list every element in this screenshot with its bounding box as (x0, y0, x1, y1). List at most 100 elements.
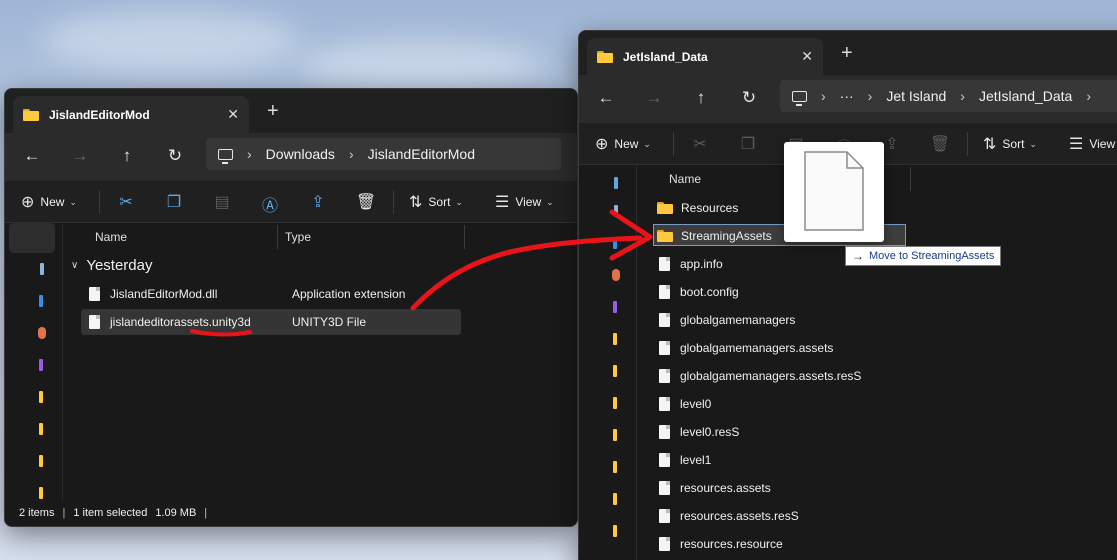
file-name: level1 (680, 453, 712, 467)
file-type: Application extension (292, 287, 406, 301)
file-row-selected[interactable]: jislandeditorassets.unity3d UNITY3D File (81, 309, 461, 335)
arrow-right-icon: → (852, 249, 864, 263)
nav-folder-icon[interactable] (613, 397, 617, 409)
forward-arrow-icon[interactable]: → (69, 145, 91, 167)
nav-pin-icon[interactable] (38, 327, 46, 339)
chevron-right-icon[interactable]: › (1086, 88, 1091, 104)
share-icon[interactable]: ⇪ (881, 134, 903, 154)
back-arrow-icon[interactable]: ← (595, 87, 617, 109)
breadcrumb-downloads[interactable]: Downloads (266, 146, 335, 162)
file-row[interactable]: globalgamemanagers.assets (659, 335, 833, 361)
share-icon[interactable]: ⇪ (307, 192, 329, 212)
nav-folder-icon[interactable] (39, 391, 43, 403)
file-name: app.info (680, 257, 723, 271)
nav-pin-icon[interactable] (613, 237, 617, 249)
file-row[interactable]: boot.config (659, 279, 739, 305)
breadcrumb-jetisland-data[interactable]: JetIsland_Data (979, 88, 1072, 104)
file-name: boot.config (680, 285, 739, 299)
folder-icon (23, 108, 39, 121)
new-tab-button[interactable]: + (267, 101, 279, 121)
nav-folder-icon[interactable] (613, 333, 617, 345)
new-button[interactable]: ⊕ New ⌄ (595, 123, 651, 165)
nav-folder-icon[interactable] (39, 423, 43, 435)
file-row[interactable]: level0.resS (659, 419, 739, 445)
file-row[interactable]: resources.assets (659, 475, 771, 501)
nav-folder-icon[interactable] (613, 461, 617, 473)
file-row[interactable]: level1 (659, 447, 711, 473)
tab-jetisland-data[interactable]: JetIsland_Data ✕ (587, 38, 823, 75)
column-divider[interactable] (464, 225, 465, 249)
close-tab-icon[interactable]: ✕ (227, 107, 239, 121)
file-row[interactable]: resources.assets.resS (659, 503, 799, 529)
file-name: JislandEditorMod.dll (110, 287, 218, 301)
breadcrumb-overflow[interactable]: ··· (840, 88, 854, 104)
address-bar[interactable]: › ··· › Jet Island › JetIsland_Data › (780, 80, 1117, 112)
divider (673, 132, 674, 156)
refresh-icon[interactable]: ↻ (164, 145, 186, 167)
view-button[interactable]: ☰ View ⌄ (495, 181, 554, 223)
delete-icon[interactable]: 🗑 (929, 134, 951, 154)
cut-icon[interactable]: ✂ (689, 134, 711, 154)
close-tab-icon[interactable]: ✕ (801, 49, 813, 63)
nav-folder-icon[interactable] (39, 487, 43, 499)
nav-pin-icon[interactable] (40, 263, 44, 275)
nav-selected-item[interactable] (9, 223, 55, 253)
this-pc-icon (218, 148, 233, 164)
chevron-right-icon[interactable]: › (247, 146, 252, 162)
file-row[interactable]: app.info (659, 251, 723, 277)
sort-button[interactable]: ⇅ Sort ⌄ (983, 123, 1037, 165)
up-arrow-icon[interactable]: ↑ (690, 87, 712, 109)
forward-arrow-icon[interactable]: → (643, 87, 665, 109)
new-button[interactable]: ⊕ New ⌄ (21, 181, 77, 223)
file-name: jislandeditorassets.unity3d (110, 315, 251, 329)
delete-icon[interactable]: 🗑 (355, 192, 377, 212)
nav-pin-icon[interactable] (614, 205, 618, 217)
file-icon (659, 285, 670, 299)
tab-title: JetIsland_Data (623, 49, 708, 64)
group-header-yesterday[interactable]: ∨ Yesterday (71, 257, 153, 274)
nav-folder-icon[interactable] (613, 493, 617, 505)
breadcrumb-jislandeditormod[interactable]: JislandEditorMod (368, 146, 475, 162)
file-row[interactable]: level0 (659, 391, 711, 417)
column-header-name[interactable]: Name (95, 223, 127, 251)
copy-icon[interactable]: ❐ (737, 134, 759, 154)
sort-label: Sort (428, 195, 451, 209)
nav-pin-icon[interactable] (614, 177, 618, 189)
navigation-pane (579, 165, 637, 560)
new-tab-button[interactable]: + (841, 43, 853, 63)
nav-pin-icon[interactable] (39, 295, 43, 307)
copy-icon[interactable]: ❐ (163, 192, 185, 212)
chevron-down-icon: ⌄ (546, 196, 554, 207)
nav-pin-icon[interactable] (39, 359, 43, 371)
nav-folder-icon[interactable] (39, 455, 43, 467)
file-row[interactable]: globalgamemanagers.assets.resS (659, 363, 861, 389)
refresh-icon[interactable]: ↻ (738, 87, 760, 109)
up-arrow-icon[interactable]: ↑ (116, 145, 138, 167)
chevron-right-icon[interactable]: › (349, 146, 354, 162)
paste-icon[interactable]: ▤ (211, 192, 233, 212)
nav-pin-icon[interactable] (613, 301, 617, 313)
column-divider[interactable] (277, 225, 278, 249)
column-header-type[interactable]: Type (285, 223, 311, 251)
nav-folder-icon[interactable] (613, 429, 617, 441)
back-arrow-icon[interactable]: ← (21, 145, 43, 167)
chevron-right-icon[interactable]: › (868, 88, 873, 104)
rename-icon[interactable]: Ⓐ (259, 192, 281, 215)
file-icon (659, 257, 670, 271)
address-bar[interactable]: › Downloads › JislandEditorMod (206, 138, 561, 170)
nav-folder-icon[interactable] (613, 525, 617, 537)
nav-folder-icon[interactable] (613, 365, 617, 377)
view-button[interactable]: ☰ View (1069, 123, 1115, 165)
chevron-right-icon[interactable]: › (960, 88, 965, 104)
chevron-right-icon[interactable]: › (821, 88, 826, 104)
breadcrumb-jet-island[interactable]: Jet Island (886, 88, 946, 104)
nav-pin-icon[interactable] (612, 269, 620, 281)
file-row[interactable]: globalgamemanagers (659, 307, 795, 333)
file-row[interactable]: JislandEditorMod.dll Application extensi… (81, 281, 461, 307)
tab-jislandeditormod[interactable]: JislandEditorMod ✕ (13, 96, 249, 133)
file-row[interactable]: resources.resource (659, 531, 783, 557)
column-divider[interactable] (910, 167, 911, 191)
column-header-name[interactable]: Name (669, 165, 701, 193)
sort-button[interactable]: ⇅ Sort ⌄ (409, 181, 463, 223)
cut-icon[interactable]: ✂ (115, 192, 137, 212)
